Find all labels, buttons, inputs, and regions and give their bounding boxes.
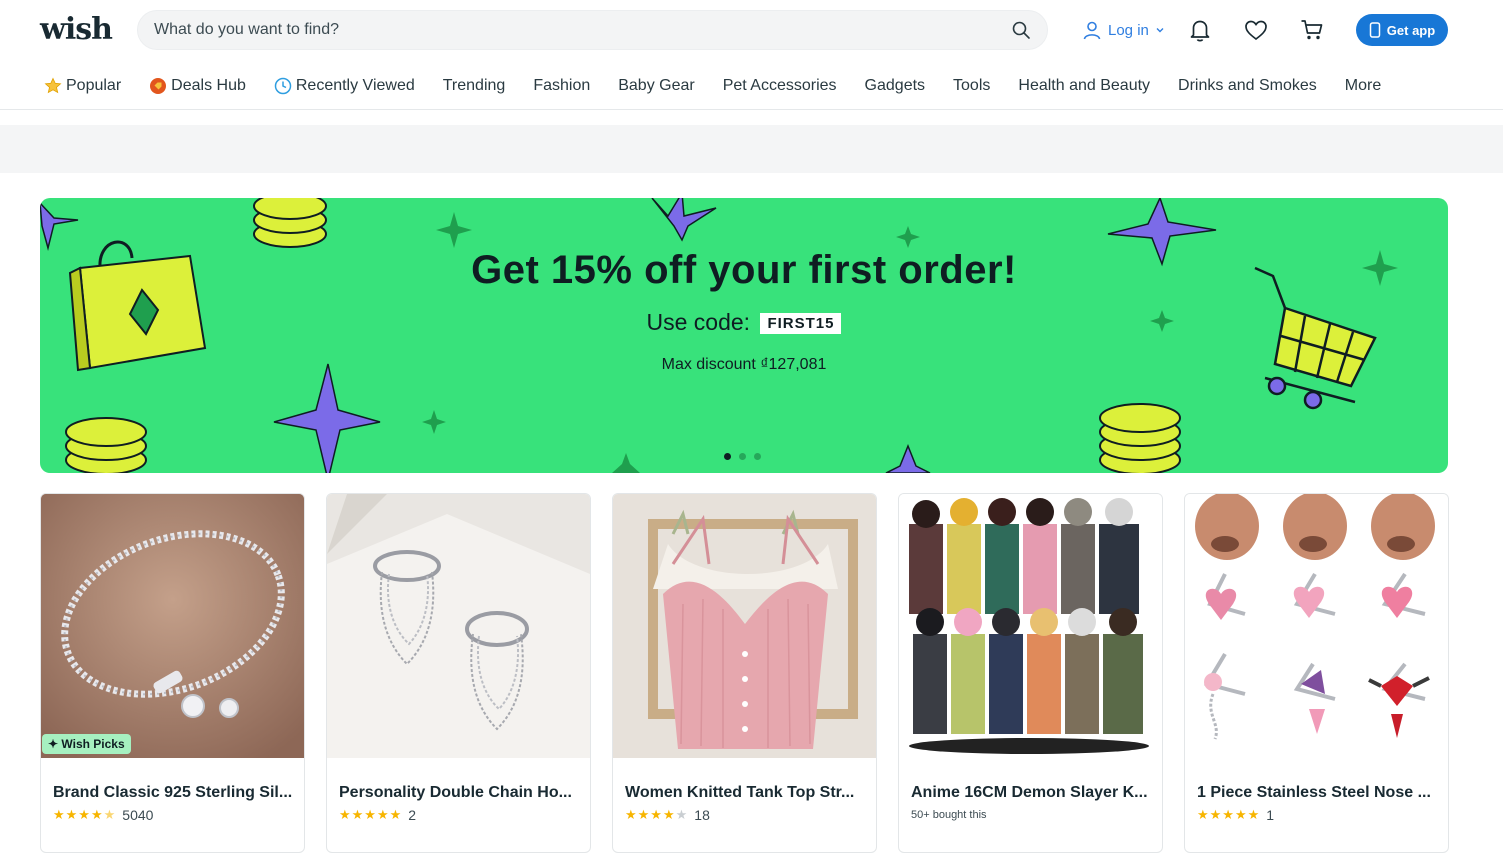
product-image[interactable]	[899, 494, 1162, 758]
carousel-dot[interactable]	[754, 453, 761, 460]
star-icon	[44, 77, 62, 94]
product-title[interactable]: Brand Classic 925 Sterling Sil...	[53, 784, 293, 802]
product-card[interactable]: Women Knitted Tank Top Str... ★★★★★ 18	[612, 493, 877, 853]
wish-picks-badge: ✦ Wish Picks	[42, 734, 131, 754]
announcement-placeholder	[0, 125, 1503, 173]
rating-stars: ★★★★★	[53, 807, 117, 822]
nose-studs-image	[1185, 494, 1448, 758]
nav-item-tools[interactable]: Tools	[953, 77, 990, 95]
promo-banner[interactable]: Get 15% off your first order! Use code: …	[40, 198, 1448, 473]
banner-code-prefix: Use code:	[646, 309, 751, 335]
product-rating: ★★★★★ 1	[1197, 807, 1274, 823]
nav-item-gadgets[interactable]: Gadgets	[865, 77, 925, 95]
anime-figures-image	[899, 494, 1162, 758]
search-icon[interactable]	[1011, 20, 1031, 40]
heart-icon[interactable]	[1243, 17, 1269, 43]
category-nav: Popular Deals Hub Recently Viewed Trendi…	[44, 74, 1409, 98]
bell-icon[interactable]	[1187, 17, 1213, 43]
nav-item-pet-accessories[interactable]: Pet Accessories	[723, 77, 837, 95]
product-card[interactable]: ✦ Wish Picks Brand Classic 925 Sterling …	[40, 493, 305, 853]
get-app-label: Get app	[1386, 22, 1436, 38]
nav-item-more[interactable]: More	[1345, 77, 1381, 95]
product-image[interactable]	[41, 494, 304, 758]
review-count: 18	[694, 807, 710, 823]
rating-stars: ★★★★★	[339, 807, 403, 822]
cart-icon[interactable]	[1299, 17, 1325, 43]
carousel-dots	[724, 453, 761, 460]
product-rating: ★★★★★ 18	[625, 807, 710, 823]
search-input[interactable]	[154, 11, 994, 49]
carousel-dot[interactable]	[739, 453, 746, 460]
product-image[interactable]	[1185, 494, 1448, 758]
nav-item-deals-hub[interactable]: Deals Hub	[149, 77, 246, 95]
nav-item-recently-viewed[interactable]: Recently Viewed	[274, 77, 415, 95]
phone-icon	[1369, 22, 1381, 38]
product-title[interactable]: 1 Piece Stainless Steel Nose ...	[1197, 784, 1437, 802]
bracelet-image	[41, 494, 304, 758]
product-title[interactable]: Women Knitted Tank Top Str...	[625, 784, 865, 802]
nav-item-trending[interactable]: Trending	[443, 77, 506, 95]
bought-count: 50+ bought this	[911, 809, 987, 821]
nav-item-popular[interactable]: Popular	[44, 77, 121, 95]
login-button[interactable]: Log in	[1082, 18, 1165, 42]
review-count: 2	[408, 807, 417, 823]
earrings-image	[327, 494, 590, 758]
nav-item-health-and-beauty[interactable]: Health and Beauty	[1018, 77, 1150, 95]
user-icon	[1083, 21, 1101, 40]
search-bar[interactable]	[137, 10, 1048, 50]
product-rating: ★★★★★ 2	[339, 807, 416, 823]
chevron-down-icon	[1156, 28, 1164, 33]
login-label: Log in	[1108, 21, 1149, 39]
promo-code: FIRST15	[760, 313, 842, 335]
rating-stars: ★★★★★	[625, 807, 689, 822]
banner-max-discount: Max discount ₫127,081	[661, 356, 827, 373]
product-card[interactable]: 1 Piece Stainless Steel Nose ... ★★★★★ 1	[1184, 493, 1449, 853]
carousel-dot[interactable]	[724, 453, 731, 460]
clock-icon	[274, 77, 292, 95]
product-image[interactable]	[327, 494, 590, 758]
banner-title: Get 15% off your first order!	[471, 248, 1017, 292]
product-rating: ★★★★★ 5040	[53, 807, 153, 823]
product-title[interactable]: Anime 16CM Demon Slayer K...	[911, 784, 1151, 802]
deals-tag-icon	[150, 78, 167, 94]
product-grid: ✦ Wish Picks Brand Classic 925 Sterling …	[40, 493, 1449, 853]
product-image[interactable]	[613, 494, 876, 758]
nav-item-fashion[interactable]: Fashion	[533, 77, 590, 95]
review-count: 5040	[122, 807, 154, 823]
get-app-button[interactable]: Get app	[1356, 14, 1448, 46]
header: wish Log in Get app	[0, 0, 1503, 110]
wish-logo[interactable]: wish	[40, 12, 113, 47]
review-count: 1	[1266, 807, 1275, 823]
nav-item-drinks-and-smokes[interactable]: Drinks and Smokes	[1178, 77, 1317, 95]
nav-item-baby-gear[interactable]: Baby Gear	[618, 77, 694, 95]
product-card[interactable]: Personality Double Chain Ho... ★★★★★ 2	[326, 493, 591, 853]
rating-stars: ★★★★★	[1197, 807, 1261, 822]
banner-code-line: Use code: FIRST15	[40, 309, 1448, 336]
product-card[interactable]: Anime 16CM Demon Slayer K... 50+ bought …	[898, 493, 1163, 853]
product-title[interactable]: Personality Double Chain Ho...	[339, 784, 579, 802]
tank-top-image	[613, 494, 876, 758]
